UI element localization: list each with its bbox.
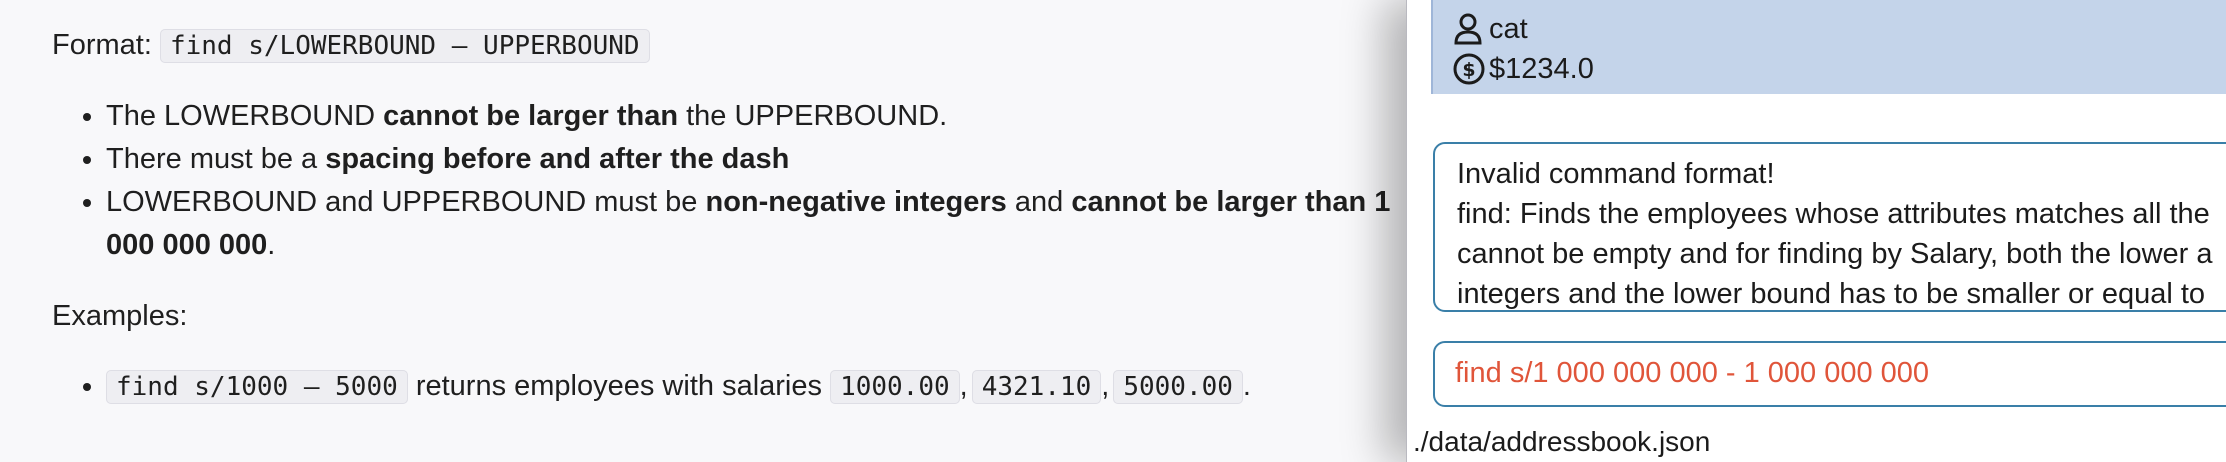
examples-heading: Examples: (52, 300, 188, 332)
result-line: cannot be empty and for finding by Salar… (1457, 238, 2213, 270)
text: The LOWERBOUND (106, 100, 384, 132)
app-window: cat $ $1234.0 Invalid command format! fi… (1406, 0, 2226, 462)
command-box[interactable] (1433, 341, 2226, 407)
status-bar-path: ./data/addressbook.json (1413, 426, 1711, 457)
format-label: Format: (52, 29, 152, 61)
result-line: integers and the lower bound has to be s… (1457, 278, 2206, 310)
list-item: The LOWERBOUND cannot be larger than the… (0, 95, 1390, 138)
list-item: find s/1000 – 5000 returns employees wit… (0, 365, 1251, 409)
employee-salary: $1234.0 (1489, 53, 1594, 85)
format-line: Format: find s/LOWERBOUND – UPPERBOUND (52, 24, 650, 67)
format-code: find s/LOWERBOUND – UPPERBOUND (159, 29, 650, 63)
example-text: returns employees with salaries (407, 370, 831, 402)
user-guide-pane: Format: find s/LOWERBOUND – UPPERBOUND T… (0, 0, 1420, 462)
text: There must be a (106, 143, 326, 175)
list-item-continuation: 000 000 000. (0, 224, 1390, 267)
emphasis: cannot be larger than 1 (1071, 186, 1391, 218)
text: LOWERBOUND and UPPERBOUND must be (106, 186, 706, 218)
example-value: 1000.00 (830, 370, 960, 404)
list-item: LOWERBOUND and UPPERBOUND must be non-ne… (0, 181, 1390, 224)
separator: , (1101, 370, 1110, 402)
example-value: 5000.00 (1113, 370, 1243, 404)
examples-list: find s/1000 – 5000 returns employees wit… (0, 365, 1251, 409)
svg-text:$: $ (1462, 59, 1475, 81)
example-code: find s/1000 – 5000 (106, 370, 408, 404)
employee-name: cat (1489, 13, 1528, 45)
emphasis: non-negative integers (705, 186, 1007, 218)
emphasis: 000 000 000 (106, 229, 268, 261)
command-input[interactable] (1455, 353, 2215, 393)
text: the UPPERBOUND. (678, 100, 948, 132)
result-line: find: Finds the employees whose attribut… (1457, 198, 2210, 230)
example-value: 4321.10 (971, 370, 1102, 404)
constraints-list: The LOWERBOUND cannot be larger than the… (0, 95, 1390, 267)
dollar-icon: $ (1453, 53, 1485, 90)
emphasis: spacing before and after the dash (325, 143, 790, 175)
result-line: Invalid command format! (1457, 158, 1775, 190)
emphasis: cannot be larger than (383, 100, 679, 132)
period: . (1242, 370, 1251, 402)
text: . (267, 229, 276, 261)
department-icon (1453, 0, 1483, 13)
person-icon (1453, 13, 1483, 50)
text: and (1006, 186, 1072, 218)
result-display[interactable]: Invalid command format! find: Finds the … (1433, 142, 2226, 312)
list-item: There must be a spacing before and after… (0, 138, 1390, 181)
employee-card[interactable]: cat $ $1234.0 (1431, 0, 2226, 94)
separator: , (959, 370, 968, 402)
